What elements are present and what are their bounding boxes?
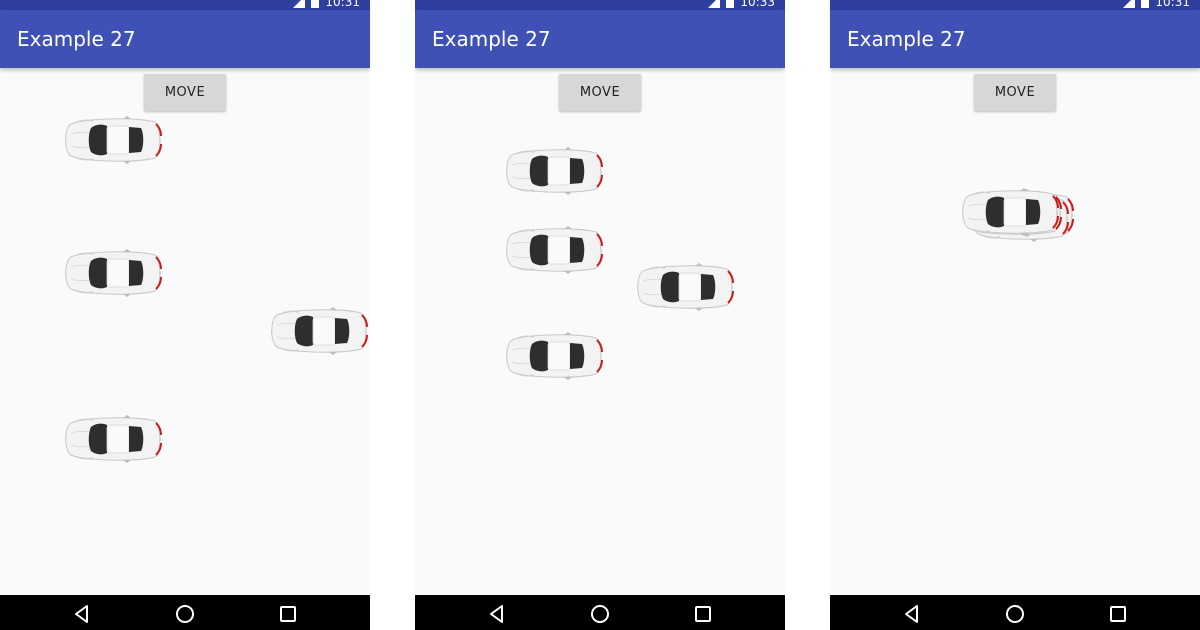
battery-icon (726, 0, 735, 8)
app-title: Example 27 (432, 27, 551, 51)
status-bar: 10:31 (0, 0, 370, 10)
phone-screen-1: 10:31 Example 27 MOVE (0, 0, 370, 630)
car-icon (269, 307, 369, 355)
recents-icon[interactable] (277, 603, 299, 625)
status-time: 10:31 (325, 0, 360, 9)
status-bar: 10:33 (415, 0, 785, 10)
nav-bar (830, 595, 1200, 630)
move-button[interactable]: MOVE (974, 74, 1056, 111)
car-icon (504, 332, 604, 380)
status-icons: 10:31 (293, 0, 360, 10)
signal-icon (708, 0, 721, 8)
status-time: 10:31 (1155, 0, 1190, 9)
car-icon (63, 116, 163, 164)
signal-icon (1123, 0, 1136, 8)
recents-icon[interactable] (1107, 603, 1129, 625)
app-title: Example 27 (17, 27, 136, 51)
status-icons: 10:33 (708, 0, 775, 10)
signal-icon (293, 0, 306, 8)
car-icon (960, 188, 1060, 236)
main-content: MOVE (830, 68, 1200, 595)
home-icon[interactable] (589, 603, 611, 625)
back-icon[interactable] (71, 603, 93, 625)
main-content: MOVE (415, 68, 785, 595)
app-title: Example 27 (847, 27, 966, 51)
app-bar: Example 27 (830, 10, 1200, 68)
home-icon[interactable] (174, 603, 196, 625)
status-icons: 10:31 (1123, 0, 1190, 10)
status-time: 10:33 (740, 0, 775, 9)
move-button[interactable]: MOVE (144, 74, 226, 111)
back-icon[interactable] (486, 603, 508, 625)
recents-icon[interactable] (692, 603, 714, 625)
car-icon (504, 147, 604, 195)
battery-icon (311, 0, 320, 8)
move-button[interactable]: MOVE (559, 74, 641, 111)
phone-screen-2: 10:33 Example 27 MOVE (415, 0, 785, 630)
main-content: MOVE (0, 68, 370, 595)
battery-icon (1141, 0, 1150, 8)
car-icon (63, 249, 163, 297)
app-bar: Example 27 (0, 10, 370, 68)
app-bar: Example 27 (415, 10, 785, 68)
car-icon (635, 263, 735, 311)
phone-screen-3: 10:31 Example 27 MOVE (830, 0, 1200, 630)
home-icon[interactable] (1004, 603, 1026, 625)
status-bar: 10:31 (830, 0, 1200, 10)
back-icon[interactable] (901, 603, 923, 625)
car-icon (63, 415, 163, 463)
nav-bar (415, 595, 785, 630)
nav-bar (0, 595, 370, 630)
car-icon (504, 226, 604, 274)
